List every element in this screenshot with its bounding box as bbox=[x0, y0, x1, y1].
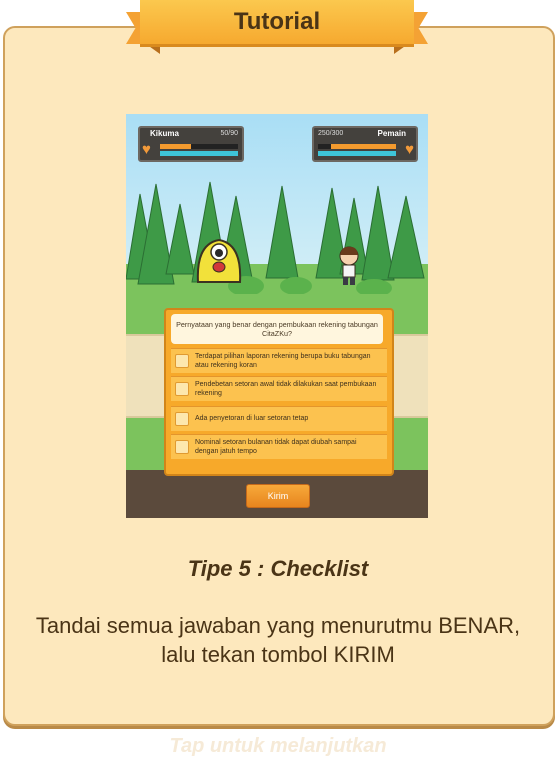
page-title: Tutorial bbox=[233, 8, 321, 35]
option-2-text: Pendebetan setoran awal tidak dilakukan … bbox=[195, 381, 377, 397]
enemy-mp-fill bbox=[160, 151, 238, 156]
enemy-mp-bar bbox=[160, 151, 238, 156]
player-sprite bbox=[339, 246, 359, 285]
enemy-hp-fill bbox=[160, 144, 192, 149]
player-hp-fill bbox=[331, 144, 396, 149]
option-3-text: Ada penyetoran di luar setoran tetap bbox=[195, 415, 309, 422]
enemy-hp-bar bbox=[160, 144, 238, 149]
option-1-checkbox[interactable] bbox=[175, 354, 189, 368]
player-hp-panel: 250/300 Pemain ♥ bbox=[312, 126, 418, 162]
enemy-name: Kikuma bbox=[150, 129, 179, 138]
player-hp-value: 250/300 bbox=[318, 130, 344, 137]
option-2[interactable]: Pendebetan setoran awal tidak dilakukan … bbox=[171, 376, 387, 401]
option-3-checkbox[interactable] bbox=[175, 412, 189, 426]
game-screenshot: Kikuma 50/90 ♥ 250/300 Pemain ♥ Pernyata… bbox=[126, 114, 428, 518]
kirim-button[interactable]: Kirim bbox=[246, 484, 310, 508]
player-mp-bar bbox=[318, 151, 396, 156]
quiz-box: Pernyataan yang benar dengan pembukaan r… bbox=[164, 308, 394, 476]
option-4-checkbox[interactable] bbox=[175, 440, 189, 454]
forest-trees bbox=[126, 181, 425, 294]
player-hp-bar bbox=[318, 144, 396, 149]
option-4[interactable]: Nominal setoran bulanan tidak dapat diub… bbox=[171, 434, 387, 459]
player-name: Pemain bbox=[377, 129, 406, 138]
option-4-text: Nominal setoran bulanan tidak dapat diub… bbox=[195, 439, 357, 455]
tap-to-continue[interactable]: Tap untuk melanjutkan bbox=[0, 735, 556, 758]
option-3[interactable]: Ada penyetoran di luar setoran tetap bbox=[171, 406, 387, 431]
caption-body: Tandai semua jawaban yang menurutmu BENA… bbox=[35, 613, 521, 667]
option-1-text: Terdapat pilihan laporan rekening berupa… bbox=[195, 353, 371, 369]
ribbon-banner: Tutorial bbox=[140, 0, 414, 47]
player-mp-fill bbox=[318, 151, 396, 156]
player-heart-icon: ♥ bbox=[405, 141, 414, 158]
question-text: Pernyataan yang benar dengan pembukaan r… bbox=[171, 314, 383, 344]
title-ribbon: Tutorial bbox=[126, 0, 428, 58]
caption-title: Tipe 5 : Checklist bbox=[187, 556, 369, 581]
monster-sprite bbox=[196, 238, 242, 283]
option-1[interactable]: Terdapat pilihan laporan rekening berupa… bbox=[171, 348, 387, 373]
enemy-hp-panel: Kikuma 50/90 ♥ bbox=[138, 126, 244, 162]
enemy-hp-value: 50/90 bbox=[220, 130, 238, 137]
option-2-checkbox[interactable] bbox=[175, 382, 189, 396]
enemy-heart-icon: ♥ bbox=[142, 141, 151, 158]
